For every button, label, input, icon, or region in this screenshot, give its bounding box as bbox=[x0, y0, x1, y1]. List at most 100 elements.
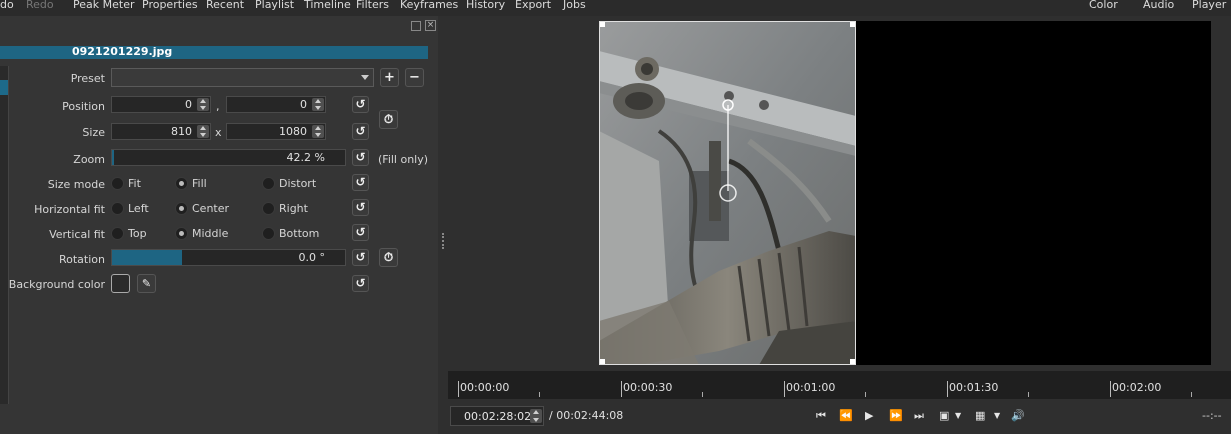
menu-item-timeline[interactable]: Timeline bbox=[304, 0, 351, 13]
workspace-tab-audio[interactable]: Audio bbox=[1143, 0, 1174, 13]
transport-bar: 00:02:28:02 / 00:02:44:08 ⏮ ⏪ ▶ ⏩ ⏭ ▣ ▼ … bbox=[448, 402, 1231, 432]
vertical-fit-middle-label: Middle bbox=[192, 227, 229, 240]
float-panel-icon[interactable] bbox=[411, 21, 421, 31]
menu-item-keyframes[interactable]: Keyframes bbox=[400, 0, 458, 13]
size-height-spinner[interactable] bbox=[312, 125, 324, 138]
vertical-fit-bottom-radio[interactable] bbox=[262, 227, 275, 240]
background-color-label: Background color bbox=[8, 278, 105, 291]
zoom-slider[interactable]: 42.2 % bbox=[111, 149, 346, 166]
reset-horizontal-fit-button[interactable]: ↺ bbox=[352, 199, 369, 216]
zoom-note: (Fill only) bbox=[378, 153, 429, 166]
eyedropper-icon[interactable]: ✎ bbox=[137, 274, 156, 293]
reset-size-button[interactable]: ↺ bbox=[352, 123, 369, 140]
ruler-tick-label: 00:02:00 bbox=[1112, 381, 1162, 394]
size-width-spinner[interactable] bbox=[197, 125, 209, 138]
horizontal-fit-left-radio[interactable] bbox=[111, 202, 124, 215]
menu-item-filters[interactable]: Filters bbox=[356, 0, 389, 13]
clip-name: 0921201229.jpg bbox=[72, 45, 173, 58]
grid-icon[interactable]: ▦ bbox=[975, 409, 985, 422]
vertical-fit-top-label: Top bbox=[128, 227, 147, 240]
menu-item-redo[interactable]: Redo bbox=[26, 0, 54, 13]
position-x-spinner[interactable] bbox=[197, 98, 209, 111]
horizontal-fit-left-label: Left bbox=[128, 202, 149, 215]
chevron-down-icon bbox=[361, 75, 369, 80]
size-mode-distort-radio[interactable] bbox=[262, 177, 275, 190]
vertical-fit-top-radio[interactable] bbox=[111, 227, 124, 240]
size-mode-fill-radio[interactable] bbox=[175, 177, 188, 190]
reset-zoom-button[interactable]: ↺ bbox=[352, 149, 369, 166]
zoom-fit-icon[interactable]: ▣ bbox=[939, 409, 949, 422]
size-height-value: 1080 bbox=[279, 125, 307, 138]
close-panel-icon[interactable]: × bbox=[425, 20, 436, 31]
horizontal-fit-right-label: Right bbox=[279, 202, 308, 215]
zoom-value: 42.2 % bbox=[286, 151, 325, 164]
zoom-menu-chevron-icon[interactable]: ▼ bbox=[955, 411, 961, 420]
ruler-tick-label: 00:00:00 bbox=[460, 381, 510, 394]
reset-background-color-button[interactable]: ↺ bbox=[352, 275, 369, 292]
play-icon[interactable]: ▶ bbox=[865, 409, 873, 422]
horizontal-fit-center-label: Center bbox=[192, 202, 230, 215]
position-x-value: 0 bbox=[185, 98, 192, 111]
preset-label: Preset bbox=[70, 72, 105, 85]
skip-to-end-icon[interactable]: ⏭ bbox=[914, 409, 924, 423]
vertical-fit-label: Vertical fit bbox=[49, 228, 105, 241]
vertical-fit-middle-radio[interactable] bbox=[175, 227, 188, 240]
horizontal-fit-right-radio[interactable] bbox=[262, 202, 275, 215]
current-time-field[interactable]: 00:02:28:02 bbox=[450, 406, 544, 426]
preset-dropdown[interactable] bbox=[111, 68, 374, 87]
horizontal-fit-center-radio[interactable] bbox=[175, 202, 188, 215]
video-frame-image[interactable] bbox=[599, 21, 856, 365]
zoom-label: Zoom bbox=[73, 153, 105, 166]
size-mode-fit-radio[interactable] bbox=[111, 177, 124, 190]
size-label: Size bbox=[82, 126, 105, 139]
reset-rotation-button[interactable]: ↺ bbox=[352, 249, 369, 266]
menu-item-do[interactable]: do bbox=[0, 0, 14, 13]
size-mode-distort-label: Distort bbox=[279, 177, 317, 190]
size-width-field[interactable]: 810 bbox=[111, 123, 211, 140]
ruler-tick-label: 00:00:30 bbox=[623, 381, 673, 394]
zoom-slider-fill bbox=[112, 150, 114, 165]
total-duration: / 00:02:44:08 bbox=[549, 409, 624, 422]
ruler-tick-label: 00:01:00 bbox=[786, 381, 836, 394]
position-y-spinner[interactable] bbox=[312, 98, 324, 111]
rotation-slider-fill bbox=[112, 250, 182, 265]
keyframe-stopwatch-icon[interactable]: ⏱ bbox=[379, 110, 398, 129]
background-color-swatch[interactable] bbox=[111, 274, 130, 293]
current-time-spinner[interactable] bbox=[530, 409, 542, 423]
menu-item-jobs[interactable]: Jobs bbox=[563, 0, 586, 13]
right-time-readout: --:-- bbox=[1202, 409, 1222, 422]
reset-vertical-fit-button[interactable]: ↺ bbox=[352, 224, 369, 241]
fast-forward-icon[interactable]: ⏩ bbox=[889, 409, 903, 422]
menu-item-peak-meter[interactable]: Peak Meter bbox=[73, 0, 134, 13]
position-x-field[interactable]: 0 bbox=[111, 96, 211, 113]
size-mode-fit-label: Fit bbox=[128, 177, 141, 190]
rotation-value: 0.0 ° bbox=[298, 251, 326, 264]
rotation-label: Rotation bbox=[58, 253, 105, 266]
workspace-tab-player[interactable]: Player bbox=[1192, 0, 1226, 13]
rewind-icon[interactable]: ⏪ bbox=[839, 409, 853, 422]
panel-splitter[interactable] bbox=[438, 16, 448, 434]
skip-to-start-icon[interactable]: ⏮ bbox=[816, 409, 826, 423]
position-separator: , bbox=[216, 100, 220, 113]
remove-preset-button[interactable]: − bbox=[405, 68, 424, 87]
menu-item-properties[interactable]: Properties bbox=[142, 0, 198, 13]
position-y-field[interactable]: 0 bbox=[226, 96, 326, 113]
reset-position-button[interactable]: ↺ bbox=[352, 96, 369, 113]
timeline-ruler[interactable]: 00:00:00 00:00:30 00:01:00 00:01:30 00:0… bbox=[448, 371, 1231, 399]
workspace-tab-color[interactable]: Color bbox=[1089, 0, 1118, 13]
menu-item-history[interactable]: History bbox=[466, 0, 505, 13]
size-height-field[interactable]: 1080 bbox=[226, 123, 326, 140]
current-time-value: 00:02:28:02 bbox=[464, 410, 532, 423]
reset-size-mode-button[interactable]: ↺ bbox=[352, 174, 369, 191]
size-mode-fill-label: Fill bbox=[192, 177, 207, 190]
volume-icon[interactable]: 🔊 bbox=[1011, 409, 1025, 422]
menu-item-playlist[interactable]: Playlist bbox=[255, 0, 294, 13]
grid-menu-chevron-icon[interactable]: ▼ bbox=[994, 411, 1000, 420]
menu-item-recent[interactable]: Recent bbox=[206, 0, 244, 13]
rotation-keyframe-stopwatch-icon[interactable]: ⏱ bbox=[379, 248, 398, 267]
menu-item-export[interactable]: Export bbox=[515, 0, 551, 13]
position-label: Position bbox=[62, 100, 105, 113]
clip-title-bar bbox=[0, 46, 428, 59]
add-preset-button[interactable]: + bbox=[380, 68, 399, 87]
rotation-slider[interactable]: 0.0 ° bbox=[111, 249, 346, 266]
